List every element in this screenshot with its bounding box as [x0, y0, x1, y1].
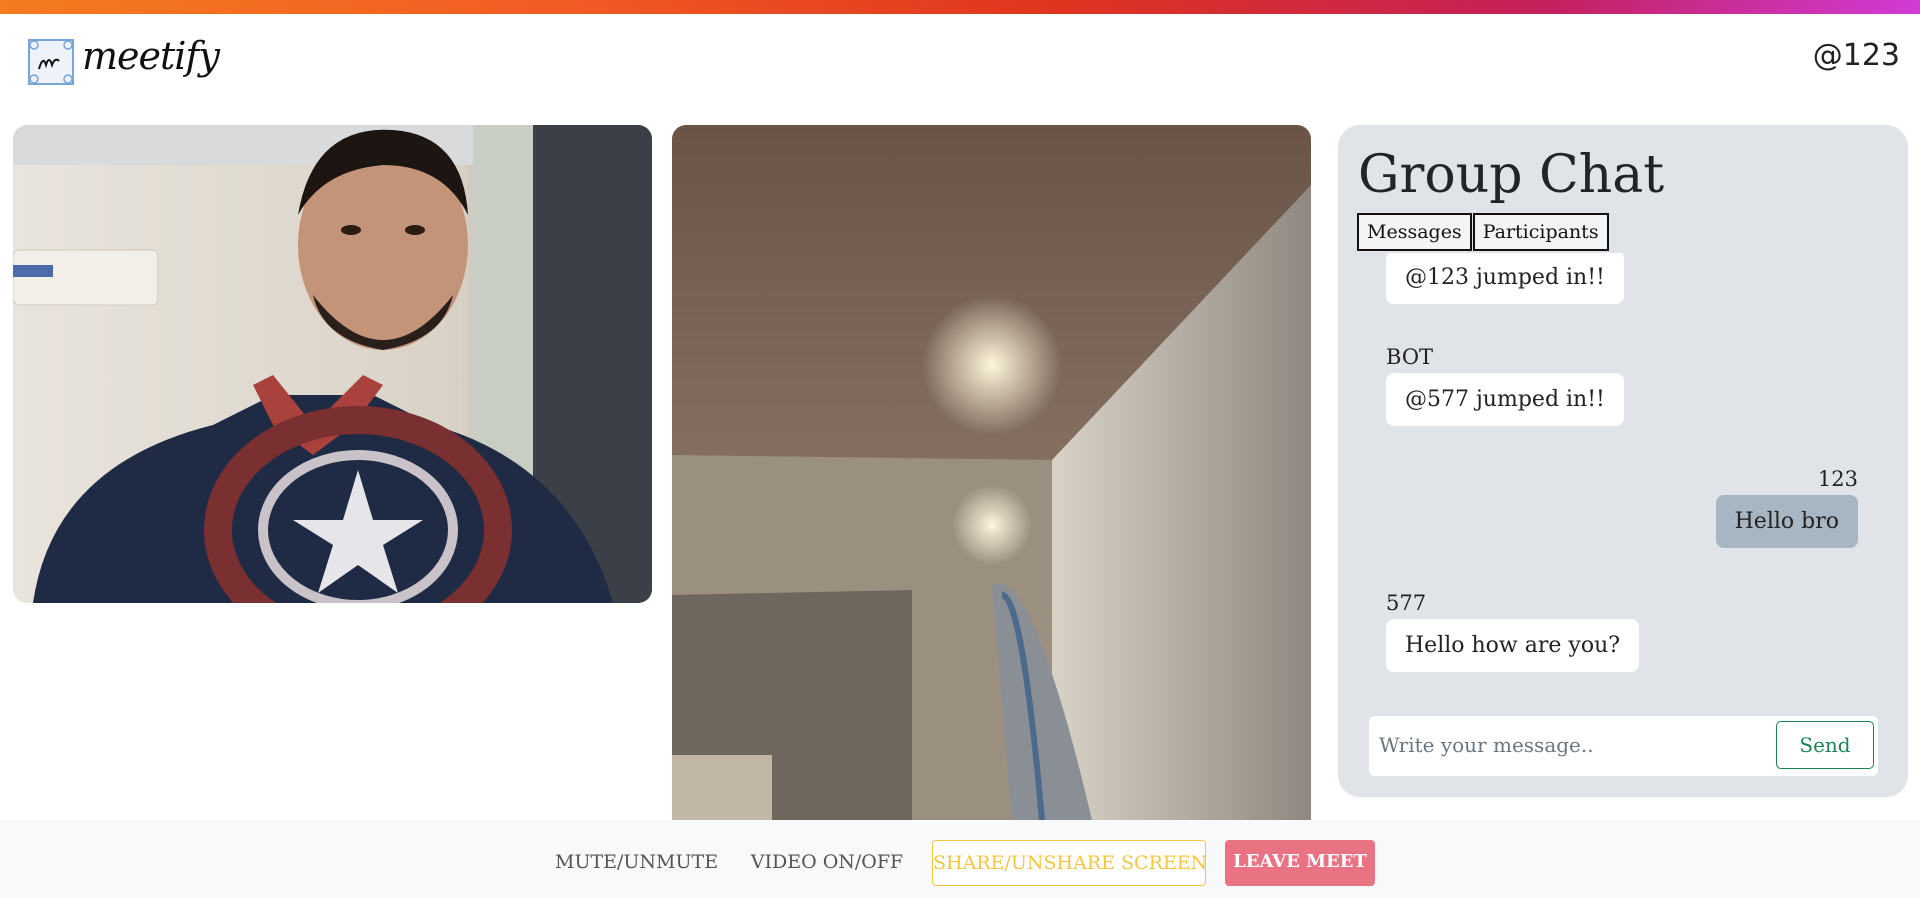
send-button[interactable]: Send — [1776, 721, 1874, 769]
mute-toggle-button[interactable]: MUTE/UNMUTE — [555, 840, 718, 886]
message-item: @123 jumped in!! — [1386, 253, 1624, 304]
message-bubble: Hello bro — [1715, 495, 1858, 548]
message-item: 577 Hello how are you? — [1386, 591, 1640, 672]
message-input[interactable] — [1369, 716, 1759, 774]
leave-meet-button[interactable]: LEAVE MEET — [1225, 840, 1375, 886]
message-list: @123 jumped in!! BOT @577 jumped in!! 12… — [1338, 253, 1908, 673]
remote-video-feed — [672, 125, 1311, 820]
message-bubble: Hello how are you? — [1386, 619, 1640, 672]
meeting-controls-bar: MUTE/UNMUTE VIDEO ON/OFF SHARE/UNSHARE S… — [0, 820, 1920, 898]
group-chat-panel: Group Chat Messages Participants @123 ju… — [1338, 125, 1908, 797]
tab-participants[interactable]: Participants — [1472, 213, 1609, 251]
tab-messages[interactable]: Messages — [1357, 213, 1472, 251]
message-sender: 577 — [1386, 591, 1427, 615]
message-bubble: @123 jumped in!! — [1386, 253, 1624, 304]
message-item: BOT @577 jumped in!! — [1386, 345, 1624, 426]
message-bubble: @577 jumped in!! — [1386, 373, 1624, 426]
top-accent-bar — [0, 0, 1920, 14]
logo-icon — [28, 39, 74, 85]
message-composer: Send — [1369, 716, 1878, 776]
message-item-own: 123 Hello bro — [1715, 467, 1858, 548]
share-screen-button[interactable]: SHARE/UNSHARE SCREEN — [932, 840, 1207, 886]
message-sender: BOT — [1386, 345, 1434, 369]
local-video-feed — [13, 125, 652, 603]
chat-title: Group Chat — [1358, 145, 1665, 205]
app-logo-text: meetify — [82, 34, 220, 78]
current-user-handle: @123 — [1812, 38, 1900, 73]
message-sender: 123 — [1817, 467, 1858, 491]
chat-tabs: Messages Participants — [1357, 213, 1609, 251]
video-toggle-button[interactable]: VIDEO ON/OFF — [750, 840, 904, 886]
